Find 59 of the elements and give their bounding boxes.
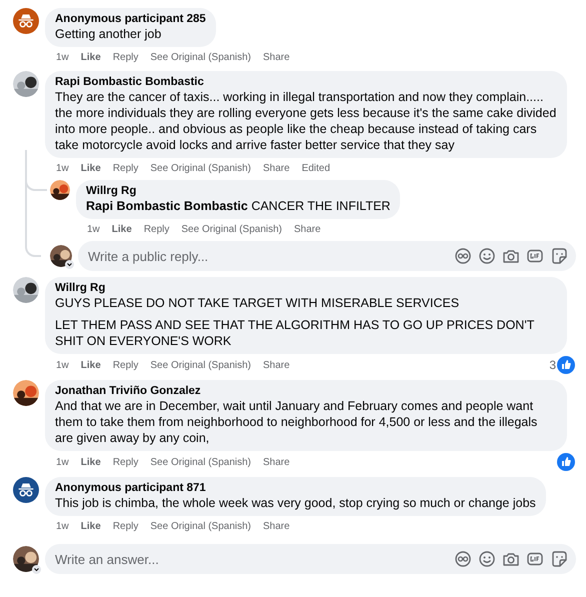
sticker-icon[interactable] xyxy=(550,247,568,265)
author-name[interactable]: Anonymous participant 285 xyxy=(55,12,206,26)
author-name[interactable]: Willrg Rg xyxy=(55,281,557,295)
sticker-icon[interactable] xyxy=(550,550,568,568)
chevron-down-icon[interactable] xyxy=(32,565,41,574)
avatar-sticker-icon[interactable] xyxy=(454,247,472,265)
action-link[interactable]: Like xyxy=(80,50,101,64)
timestamp: 1w xyxy=(56,358,69,372)
timestamp: 1w xyxy=(56,456,69,468)
author-name[interactable]: Jonathan Triviño Gonzalez xyxy=(55,384,557,398)
gif-icon[interactable] xyxy=(526,550,544,568)
action-link[interactable]: Reply xyxy=(112,50,138,64)
gif-icon[interactable] xyxy=(526,247,544,265)
reply-field[interactable]: Write a public reply... xyxy=(78,241,576,271)
action-link[interactable]: Like xyxy=(80,162,101,174)
emoji-icon[interactable] xyxy=(478,550,496,568)
comment-text: They are the cancer of taxis... working in illegal transportation and now they complain..... the more individuals they are rolling everyone gets less because it's the same cake divided into more people.. and obvious as people like the cheap because instead of taking cars take motorcycle avoid locks and arrive faster better service that they say xyxy=(55,89,557,153)
author-name[interactable]: Willrg Rg xyxy=(86,184,390,198)
comment-text: GUYS PLEASE DO NOT TAKE TARGET WITH MISERABLE SERVICES xyxy=(55,295,460,311)
action-link[interactable]: See Original (Spanish) xyxy=(150,50,251,64)
action-link[interactable]: Reply xyxy=(144,222,170,236)
timestamp: 1w xyxy=(56,162,69,174)
author-name[interactable]: Rapi Bombastic Bombastic xyxy=(55,75,557,89)
action-link[interactable]: See Original (Spanish) xyxy=(150,456,251,468)
timestamp: 1w xyxy=(87,222,100,236)
edited-label: Edited xyxy=(302,162,330,174)
action-link[interactable]: See Original (Spanish) xyxy=(150,358,251,372)
emoji-icon[interactable] xyxy=(478,247,496,265)
action-link[interactable]: Share xyxy=(263,50,290,64)
avatar-sticker-icon[interactable] xyxy=(454,550,472,568)
like-icon xyxy=(557,356,575,374)
action-link[interactable]: Reply xyxy=(112,358,138,372)
chevron-down-icon[interactable] xyxy=(65,260,74,269)
timestamp: 1w xyxy=(56,50,69,64)
action-link[interactable]: Like xyxy=(80,520,101,532)
action-link[interactable]: Like xyxy=(112,222,132,236)
action-link[interactable]: Reply xyxy=(112,456,138,468)
action-link[interactable]: Share xyxy=(263,520,290,532)
author-name[interactable]: Anonymous participant 871 xyxy=(55,481,536,495)
action-link[interactable]: Share xyxy=(294,222,321,236)
action-link[interactable]: Like xyxy=(80,456,101,468)
comment-text: This job is chimba, the whole week was very good, stop crying so much or change jobs xyxy=(55,495,536,511)
action-link[interactable]: Reply xyxy=(112,520,138,532)
action-link[interactable]: Like xyxy=(80,358,101,372)
action-link[interactable]: Share xyxy=(263,456,290,468)
comment-text: LET THEM PASS AND SEE THAT THE ALGORITHM HAS TO GO UP PRICES DON'T SHIT ON EVERYONE'S WORK xyxy=(55,317,536,349)
comment-text: And that we are in December, wait until January and February comes and people want them to take them from neighborhood to neighborhood for 4,500 or less and the illegals are given away by any coin, xyxy=(55,398,538,446)
comment-text: Rapi Bombastic Bombastic CANCER THE INFILTER xyxy=(86,198,390,214)
action-link[interactable]: See Original (Spanish) xyxy=(181,222,282,236)
like-icon xyxy=(557,453,575,471)
reaction-count[interactable]: 3 xyxy=(549,356,556,374)
answer-field[interactable]: Write an answer... xyxy=(45,544,576,574)
action-link[interactable]: Reply xyxy=(112,162,138,174)
action-link[interactable]: Share xyxy=(263,358,290,372)
timestamp: 1w xyxy=(56,520,69,532)
action-link[interactable]: Share xyxy=(263,162,290,174)
action-link[interactable]: See Original (Spanish) xyxy=(150,162,251,174)
comment-text: Getting another job xyxy=(55,26,162,42)
action-link[interactable]: See Original (Spanish) xyxy=(150,520,251,532)
